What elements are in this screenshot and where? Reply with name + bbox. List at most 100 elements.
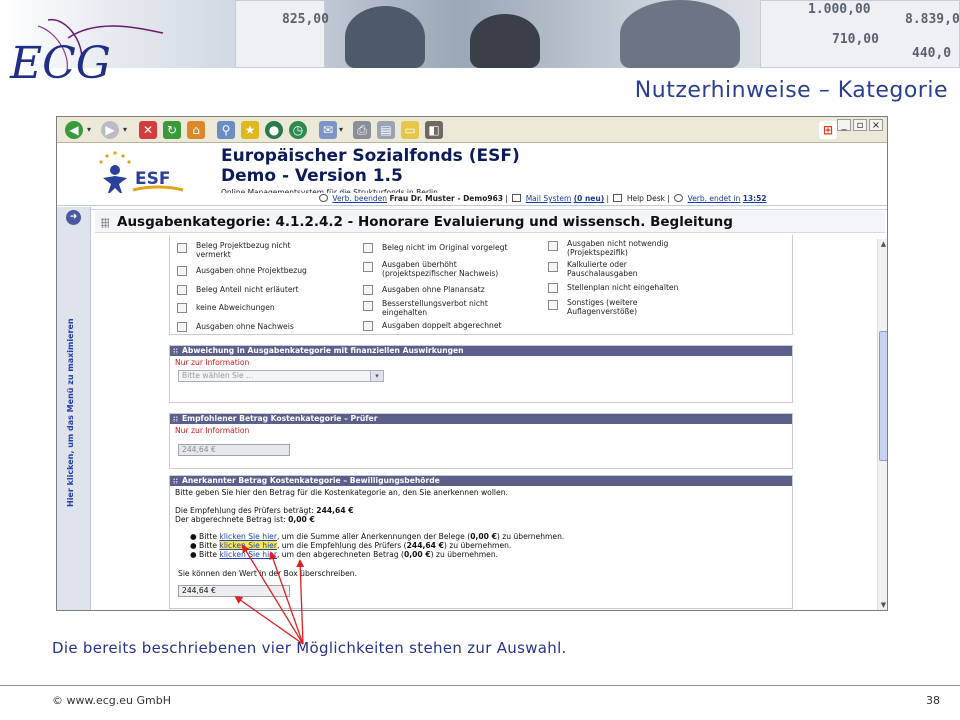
checkbox[interactable] [548, 300, 558, 310]
checkbox[interactable] [548, 241, 558, 251]
checkbox[interactable] [177, 303, 187, 313]
banner-number: 1.000,00 [808, 2, 871, 17]
session-link[interactable]: Verb. endet in [688, 194, 741, 203]
checkbox[interactable] [363, 321, 373, 331]
logout-link[interactable]: Verb. beenden [332, 194, 387, 203]
checkbox-label: Ausgaben ohne Nachweis [196, 322, 294, 331]
banner-number: 8.839,0 [905, 12, 960, 27]
banner-number: 825,00 [282, 12, 329, 27]
maximize-button[interactable]: ▫ [853, 119, 867, 131]
back-icon[interactable]: ◀ [65, 121, 83, 139]
refresh-icon[interactable]: ↻ [163, 121, 181, 139]
checkbox[interactable] [177, 322, 187, 332]
scrollbar[interactable]: ▲ ▼ [877, 239, 887, 610]
mail-system-link[interactable]: Mail System [526, 194, 572, 203]
checkbox-label: Kalkulierte oder Pauschalausgaben [567, 260, 638, 278]
bullet-prefix: Bitte [199, 550, 217, 559]
apply-billed-link[interactable]: klicken Sie hier [219, 550, 277, 559]
user-bar: Verb. beenden Frau Dr. Muster - Demo963 … [57, 193, 887, 206]
checkbox[interactable] [363, 262, 373, 272]
session-time: 13:52 [742, 194, 767, 203]
checkbox-label: Beleg Anteil nicht erläutert [196, 285, 299, 294]
checkbox[interactable] [363, 301, 373, 311]
deviation-select-value: Bitte wählen Sie ... [182, 371, 254, 380]
menu-maximize-label[interactable]: Hier klicken, um das Menü zu maximieren [66, 307, 75, 507]
checkbox[interactable] [177, 266, 187, 276]
banner-person [470, 14, 540, 68]
helpdesk-link[interactable]: Help Desk [627, 194, 665, 203]
content-area: Beleg Projektbezug nicht vermerkt Ausgab… [95, 235, 875, 610]
footer-divider [0, 685, 960, 686]
ecg-logo: ECG [9, 19, 164, 84]
checkbox[interactable] [548, 283, 558, 293]
browser-toolbar: ◀ ▾ ▶ ▾ ✕ ↻ ⌂ ⚲ ★ ● ◷ ✉ ▾ ⎙ ▤ ▭ ◧ ⊞ _ ▫ … [57, 117, 887, 143]
menu-maximize-tab[interactable]: ➜ Hier klicken, um das Menü zu maximiere… [57, 207, 91, 610]
windows-logo-icon: ⊞ [819, 121, 837, 139]
option-item: ● Bitte klicken Sie hier, um die Summe a… [190, 532, 565, 541]
pruefer-value: 244,64 € [316, 506, 354, 515]
browser-screenshot: ◀ ▾ ▶ ▾ ✕ ↻ ⌂ ⚲ ★ ● ◷ ✉ ▾ ⎙ ▤ ▭ ◧ ⊞ _ ▫ … [56, 116, 888, 611]
checkbox-label: Besserstellungsverbot nicht eingehalten [382, 299, 488, 317]
checkbox[interactable] [548, 262, 558, 272]
panel-heading: Abweichung in Ausgabenkategorie mit fina… [170, 346, 792, 356]
deviation-select[interactable]: Bitte wählen Sie ... ▾ [178, 370, 384, 382]
messenger-icon[interactable]: ◧ [425, 121, 443, 139]
scroll-down-icon[interactable]: ▼ [878, 600, 887, 610]
ecg-logo-text: ECG [9, 38, 111, 84]
checkbox[interactable] [177, 285, 187, 295]
grip-icon [101, 218, 109, 228]
approved-amount-input[interactable]: 244,64 € [178, 585, 290, 597]
billed-amount: Der abgerechnete Betrag ist: 0,00 € [175, 515, 315, 524]
print-icon[interactable]: ⎙ [353, 121, 371, 139]
bullet-prefix: Bitte [199, 532, 217, 541]
search-icon[interactable]: ⚲ [217, 121, 235, 139]
checkbox-label: keine Abweichungen [196, 303, 275, 312]
recommended-amount-panel: Empfohlener Betrag Kostenkategorie – Prü… [169, 413, 793, 469]
checkbox-label: Beleg nicht im Original vorgelegt [382, 243, 508, 252]
mail-icon[interactable] [512, 194, 522, 202]
stop-icon[interactable]: ✕ [139, 121, 157, 139]
chevron-down-icon[interactable]: ▾ [339, 125, 343, 134]
scroll-up-icon[interactable]: ▲ [878, 239, 887, 250]
media-icon[interactable]: ● [265, 121, 283, 139]
home-icon[interactable]: ⌂ [187, 121, 205, 139]
forward-icon[interactable]: ▶ [101, 121, 119, 139]
close-button[interactable]: × [869, 119, 883, 131]
history-icon[interactable]: ◷ [289, 121, 307, 139]
apply-sum-link[interactable]: klicken Sie hier [219, 532, 277, 541]
approved-amount-panel: Anerkannter Betrag Kostenkategorie – Bew… [169, 475, 793, 609]
helpdesk-icon[interactable] [613, 194, 623, 202]
bullet-text-end: ) zu übernehmen. [496, 532, 565, 541]
checkbox[interactable] [177, 243, 187, 253]
favorites-icon[interactable]: ★ [241, 121, 259, 139]
logout-icon[interactable] [319, 194, 328, 202]
folder-icon[interactable]: ▭ [401, 121, 419, 139]
chevron-down-icon[interactable]: ▾ [87, 125, 91, 134]
info-note: Nur zur Information [175, 358, 250, 367]
intro-text: Bitte geben Sie hier den Betrag für die … [175, 488, 508, 497]
mail-icon[interactable]: ✉ [319, 121, 337, 139]
mail-count[interactable]: (0 neu) [574, 194, 604, 203]
bullet-value: 244,64 € [406, 541, 444, 550]
checkbox-label: Sonstiges (weitere Auflagenverstöße) [567, 298, 638, 316]
chevron-down-icon[interactable]: ▾ [123, 125, 127, 134]
recommended-amount-field: 244,64 € [178, 444, 290, 456]
chevron-down-icon[interactable]: ▾ [370, 371, 383, 381]
checkbox-label: Stellenplan nicht eingehalten [567, 283, 679, 292]
apply-recommendation-link[interactable]: klicken Sie hier [219, 541, 277, 550]
arrow-right-icon[interactable]: ➜ [66, 210, 81, 225]
checkbox-label: Ausgaben ohne Planansatz [382, 285, 485, 294]
info-icon [674, 194, 684, 202]
checkbox-label: Ausgaben ohne Projektbezug [196, 266, 307, 275]
scroll-thumb[interactable] [879, 331, 887, 461]
banner-document [235, 0, 325, 68]
app-title: Europäischer Sozialfonds (ESF) [221, 146, 520, 166]
slide-title: Nutzerhinweise – Kategorie [634, 78, 948, 103]
checkbox-label: Beleg Projektbezug nicht vermerkt [196, 241, 291, 259]
minimize-button[interactable]: _ [837, 119, 851, 131]
bullet-text: , um die Empfehlung des Prüfers ( [276, 541, 407, 550]
checkbox[interactable] [363, 285, 373, 295]
bullet-text-end: ) zu übernehmen. [443, 541, 512, 550]
edit-icon[interactable]: ▤ [377, 121, 395, 139]
checkbox[interactable] [363, 243, 373, 253]
